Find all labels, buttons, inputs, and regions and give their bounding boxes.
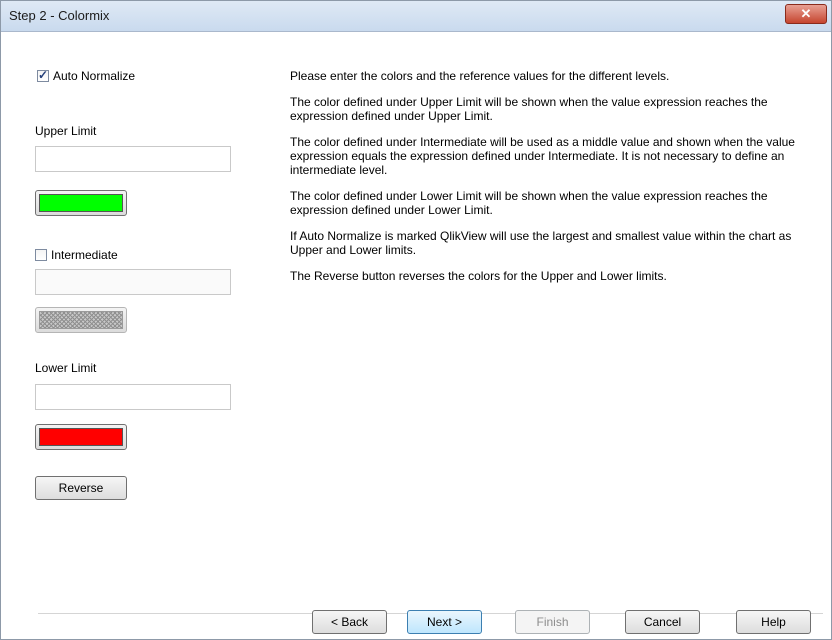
checkbox-icon[interactable] bbox=[35, 249, 47, 261]
auto-normalize-checkbox[interactable]: Auto Normalize bbox=[37, 68, 136, 83]
intermediate-color-swatch bbox=[39, 311, 123, 329]
reverse-button[interactable]: Reverse bbox=[35, 476, 127, 500]
colormix-dialog: Step 2 - Colormix ✕ Auto Normalize Upper… bbox=[0, 0, 832, 640]
intermediate-checkbox[interactable]: Intermediate bbox=[35, 248, 118, 262]
auto-normalize-label: Auto Normalize bbox=[53, 69, 136, 83]
upper-limit-input[interactable] bbox=[35, 146, 231, 172]
lower-limit-input[interactable] bbox=[35, 384, 231, 410]
help-paragraph: The color defined under Intermediate wil… bbox=[290, 135, 795, 177]
help-text: Please enter the colors and the referenc… bbox=[290, 69, 820, 295]
help-paragraph: The Reverse button reverses the colors f… bbox=[290, 269, 667, 283]
dialog-content: Auto Normalize Upper Limit Intermediate … bbox=[1, 32, 831, 639]
help-button[interactable]: Help bbox=[736, 610, 811, 634]
upper-limit-color-button[interactable] bbox=[35, 190, 127, 216]
intermediate-input[interactable] bbox=[35, 269, 231, 295]
checkbox-icon[interactable] bbox=[37, 68, 49, 82]
upper-limit-color-swatch bbox=[39, 194, 123, 212]
next-button[interactable]: Next > bbox=[407, 610, 482, 634]
title-bar: Step 2 - Colormix ✕ bbox=[1, 1, 831, 32]
help-paragraph: The color defined under Lower Limit will… bbox=[290, 189, 768, 217]
intermediate-color-button[interactable] bbox=[35, 307, 127, 333]
back-button[interactable]: < Back bbox=[312, 610, 387, 634]
lower-limit-label: Lower Limit bbox=[35, 361, 97, 375]
lower-limit-color-button[interactable] bbox=[35, 424, 127, 450]
lower-limit-color-swatch bbox=[39, 428, 123, 446]
intermediate-label: Intermediate bbox=[51, 248, 118, 262]
help-paragraph: The color defined under Upper Limit will… bbox=[290, 95, 768, 123]
cancel-button[interactable]: Cancel bbox=[625, 610, 700, 634]
window-title: Step 2 - Colormix bbox=[9, 8, 110, 23]
help-paragraph: Please enter the colors and the referenc… bbox=[290, 69, 670, 83]
finish-button[interactable]: Finish bbox=[515, 610, 590, 634]
close-button[interactable]: ✕ bbox=[785, 4, 827, 24]
upper-limit-label: Upper Limit bbox=[35, 124, 97, 138]
help-paragraph: If Auto Normalize is marked QlikView wil… bbox=[290, 229, 792, 257]
